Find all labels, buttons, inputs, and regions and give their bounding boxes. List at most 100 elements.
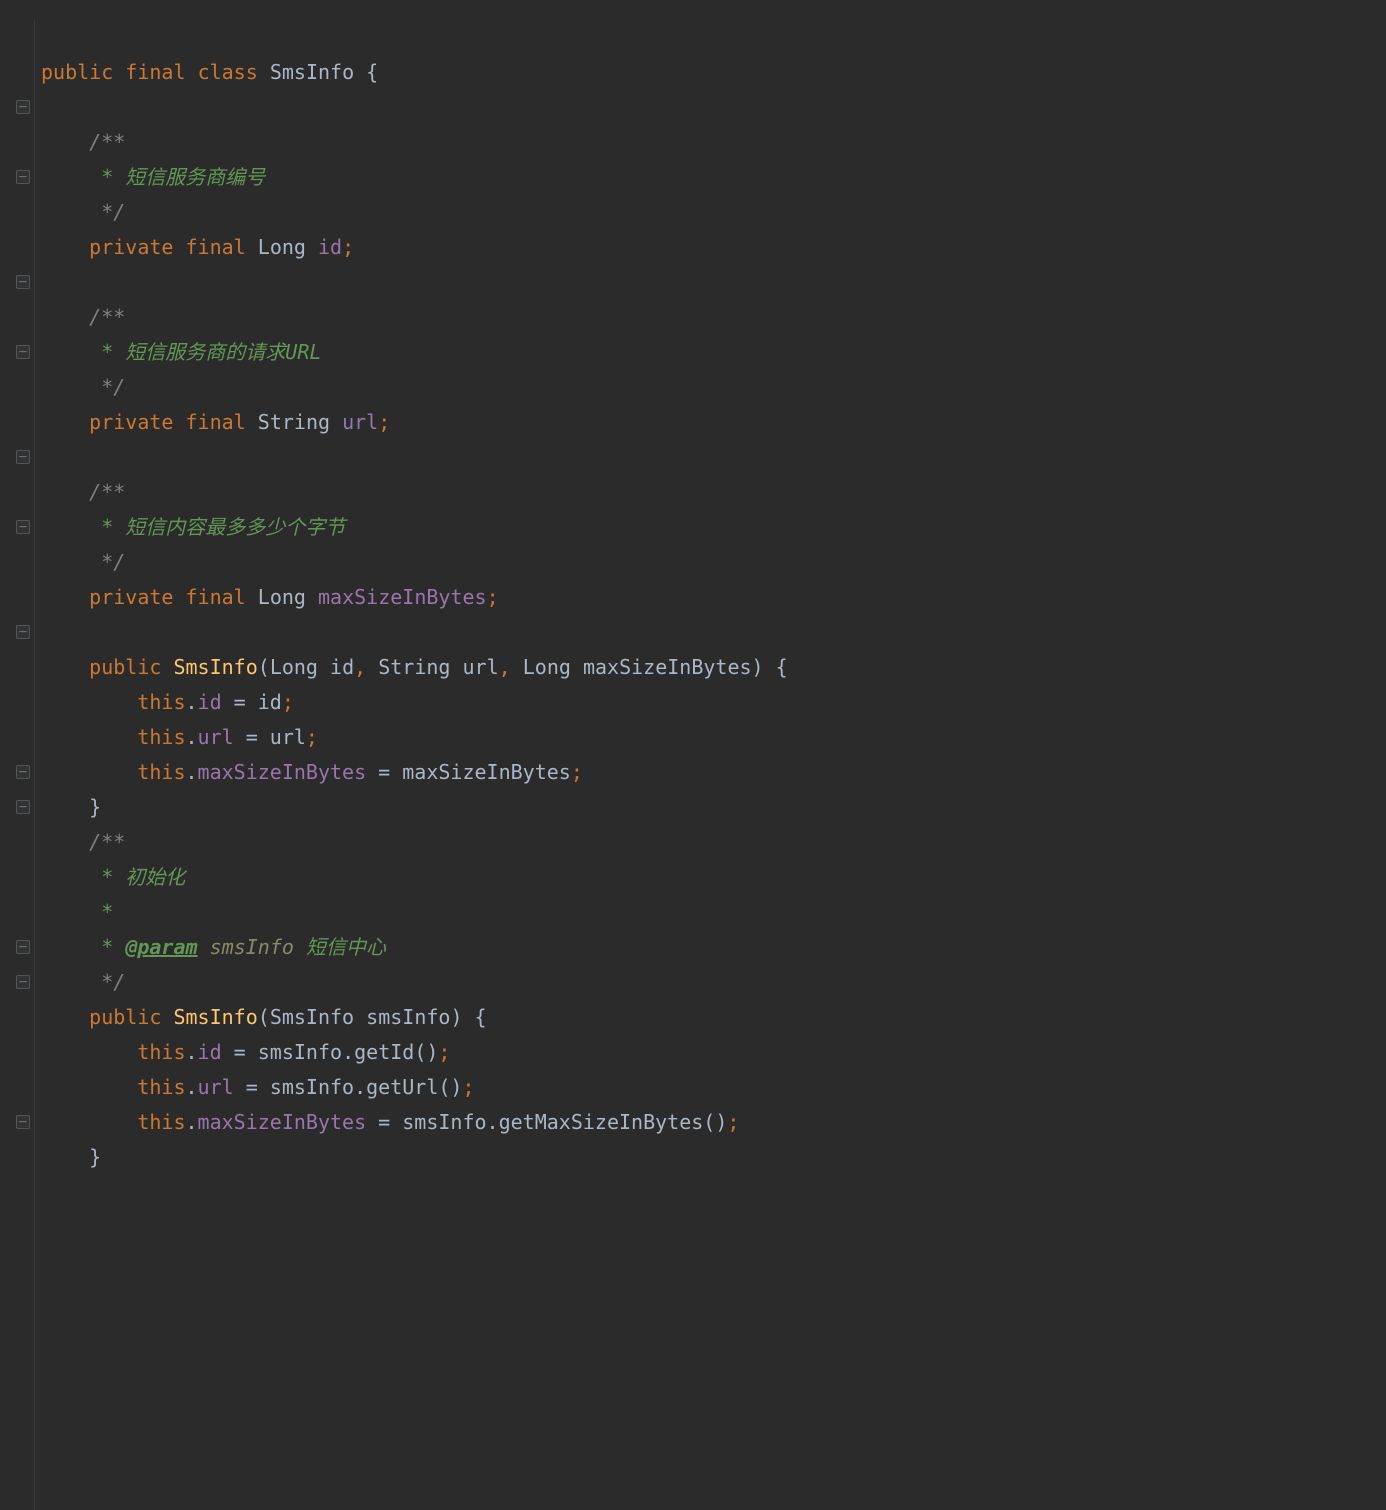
class-name: SmsInfo [270, 60, 354, 84]
var: maxSizeInBytes [402, 760, 571, 784]
fold-marker[interactable]: − [16, 100, 30, 114]
doc-tag: @param [125, 935, 197, 959]
method-call: getId() [354, 1040, 438, 1064]
field: id [198, 1040, 222, 1064]
punct: ; [378, 410, 390, 434]
fold-marker[interactable]: − [16, 940, 30, 954]
type: Long [270, 655, 318, 679]
punct: ; [282, 690, 294, 714]
field: url [198, 1075, 234, 1099]
doc-comment: * 短信服务商的请求URL [89, 340, 321, 364]
type: Long [258, 585, 306, 609]
doc-comment: * [89, 900, 113, 924]
fold-marker[interactable]: − [16, 800, 30, 814]
fold-marker[interactable]: − [16, 275, 30, 289]
code-area[interactable]: public final class SmsInfo { /** * 短信服务商… [34, 20, 1386, 1510]
keyword: this [137, 1040, 185, 1064]
punct: ; [727, 1110, 739, 1134]
param: maxSizeInBytes [583, 655, 752, 679]
fold-marker[interactable]: − [16, 450, 30, 464]
paren: ) [752, 655, 764, 679]
punct: ; [462, 1075, 474, 1099]
fold-marker[interactable]: − [16, 345, 30, 359]
paren: ( [258, 655, 270, 679]
keyword: private [89, 585, 173, 609]
doc-comment: 短信中心 [306, 935, 386, 959]
eq: = [234, 1075, 270, 1099]
doc-comment: /** [89, 830, 125, 854]
gutter: − − − − − − − − − − − − [0, 20, 34, 1510]
doc-comment: */ [89, 550, 125, 574]
fold-marker[interactable]: − [16, 975, 30, 989]
var: smsInfo [270, 1075, 354, 1099]
dot: . [186, 1075, 198, 1099]
type: Long [523, 655, 571, 679]
keyword: private [89, 410, 173, 434]
comma: , [354, 655, 378, 679]
doc-param-var: smsInfo [210, 935, 294, 959]
fold-marker[interactable]: − [16, 765, 30, 779]
dot: . [186, 725, 198, 749]
dot: . [186, 760, 198, 784]
brace: } [89, 1145, 101, 1169]
field: id [318, 235, 342, 259]
keyword: final [186, 585, 246, 609]
keyword: final [125, 60, 185, 84]
brace: } [89, 795, 101, 819]
type: SmsInfo [270, 1005, 354, 1029]
fold-marker[interactable]: − [16, 520, 30, 534]
punct: ; [487, 585, 499, 609]
var: url [270, 725, 306, 749]
doc-comment: * 初始化 [89, 865, 185, 889]
keyword: this [137, 1075, 185, 1099]
var: id [258, 690, 282, 714]
paren: ( [258, 1005, 270, 1029]
field: url [198, 725, 234, 749]
field: url [342, 410, 378, 434]
fold-marker[interactable]: − [16, 625, 30, 639]
doc-comment: * [101, 935, 125, 959]
eq: = [366, 760, 402, 784]
eq: = [366, 1110, 402, 1134]
dot: . [342, 1040, 354, 1064]
keyword: this [137, 1110, 185, 1134]
doc-comment: */ [89, 200, 125, 224]
keyword: public [41, 60, 113, 84]
dot: . [186, 1040, 198, 1064]
dot: . [354, 1075, 366, 1099]
fold-marker[interactable]: − [16, 170, 30, 184]
keyword: final [186, 410, 246, 434]
keyword: public [89, 655, 161, 679]
keyword: this [137, 725, 185, 749]
eq: = [222, 690, 258, 714]
param: url [463, 655, 499, 679]
brace: { [475, 1005, 487, 1029]
param: smsInfo [366, 1005, 450, 1029]
constructor-name: SmsInfo [173, 655, 257, 679]
keyword: class [198, 60, 258, 84]
doc-comment: * 短信服务商编号 [89, 165, 265, 189]
code-editor: − − − − − − − − − − − − public final cla… [0, 0, 1386, 1510]
type: String [258, 410, 330, 434]
param: id [330, 655, 354, 679]
method-call: getMaxSizeInBytes() [499, 1110, 728, 1134]
eq: = [222, 1040, 258, 1064]
type: String [378, 655, 450, 679]
punct: ; [306, 725, 318, 749]
doc-comment: /** [89, 130, 125, 154]
method-call: getUrl() [366, 1075, 462, 1099]
comma: , [499, 655, 523, 679]
var: smsInfo [402, 1110, 486, 1134]
field: maxSizeInBytes [198, 760, 367, 784]
dot: . [487, 1110, 499, 1134]
var: smsInfo [258, 1040, 342, 1064]
field: maxSizeInBytes [198, 1110, 367, 1134]
brace: { [366, 60, 378, 84]
punct: ; [342, 235, 354, 259]
keyword: this [137, 690, 185, 714]
keyword: this [137, 760, 185, 784]
fold-marker[interactable]: − [16, 1115, 30, 1129]
doc-comment: /** [89, 480, 125, 504]
brace: { [776, 655, 788, 679]
dot: . [186, 690, 198, 714]
